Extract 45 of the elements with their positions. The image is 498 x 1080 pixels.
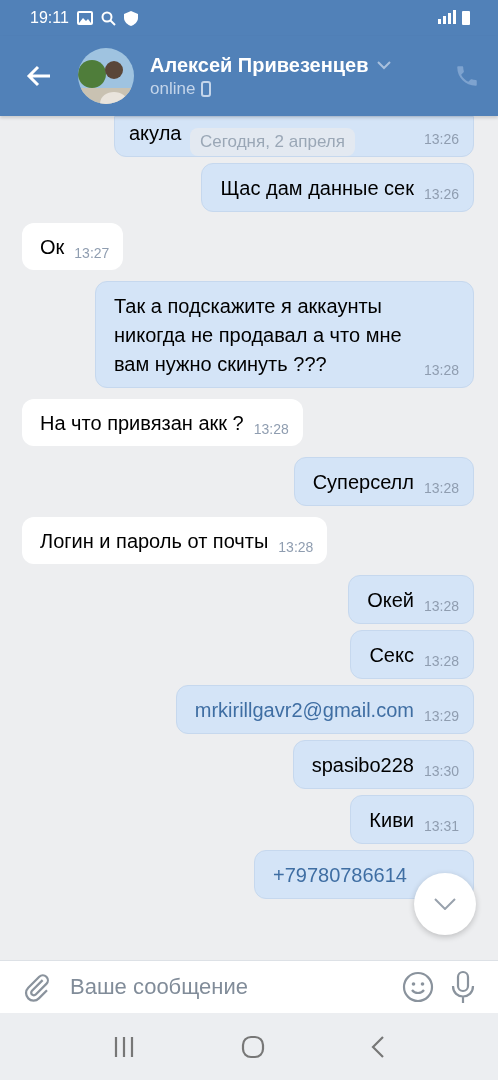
phone-device-icon xyxy=(201,80,212,97)
message-time: 13:28 xyxy=(423,652,459,670)
message-text: Секс xyxy=(369,643,414,668)
message-text: Окей xyxy=(367,588,414,613)
message-text: Суперселл xyxy=(312,470,414,495)
message-time: 13:27 xyxy=(74,244,110,262)
search-icon xyxy=(100,10,116,26)
message-time: 13:28 xyxy=(423,597,459,615)
chevron-down-icon[interactable] xyxy=(376,60,391,70)
message-time: 13:31 xyxy=(423,817,459,835)
paperclip-icon[interactable] xyxy=(22,972,52,1002)
shield-icon xyxy=(123,10,138,26)
chevron-down-icon xyxy=(434,898,456,910)
message-time: 13:28 xyxy=(278,538,314,556)
clock: 19:11 xyxy=(30,9,69,27)
signal-icon xyxy=(438,10,472,26)
message-text: Щас дам данные сек xyxy=(220,176,414,201)
message-time: 13:26 xyxy=(423,130,459,148)
microphone-icon[interactable] xyxy=(450,970,476,1004)
message-time: 13:28 xyxy=(423,479,459,497)
smile-icon[interactable] xyxy=(402,971,434,1003)
message-link[interactable]: +79780786614 xyxy=(272,861,407,890)
message-time: 13:29 xyxy=(423,707,459,725)
avatar[interactable] xyxy=(78,48,134,104)
message-text: Ок xyxy=(40,235,65,260)
message-input[interactable]: Ваше сообщение xyxy=(68,973,386,1001)
message-text: Киви xyxy=(369,808,414,833)
message-text: акула xyxy=(129,121,182,146)
home-icon[interactable] xyxy=(241,1034,265,1059)
message-text: Так а подскажите я аккаунты никогда не продавал а что мне вам нужно скинуть ??? xyxy=(113,294,403,377)
message-text: Логин и пароль от почты xyxy=(40,529,269,554)
message-time: 13:30 xyxy=(423,762,459,780)
message-time: 13:26 xyxy=(423,185,459,203)
online-status: online xyxy=(150,78,196,99)
message-text: На что привязан акк ? xyxy=(40,411,244,436)
contact-name[interactable]: Алексей Привезенцев xyxy=(150,53,369,77)
message-time: 13:28 xyxy=(253,420,289,438)
back-nav-icon[interactable] xyxy=(371,1034,385,1059)
recent-apps-icon[interactable] xyxy=(113,1035,135,1058)
message-time: 13:28 xyxy=(423,361,459,379)
message-link[interactable]: mrkirillgavr2@gmail.com xyxy=(194,696,414,725)
date-label: Сегодня, 2 апреля xyxy=(190,128,355,156)
message-text: spasibo228 xyxy=(311,753,414,778)
gallery-icon xyxy=(76,11,93,25)
call-icon[interactable] xyxy=(454,63,480,89)
